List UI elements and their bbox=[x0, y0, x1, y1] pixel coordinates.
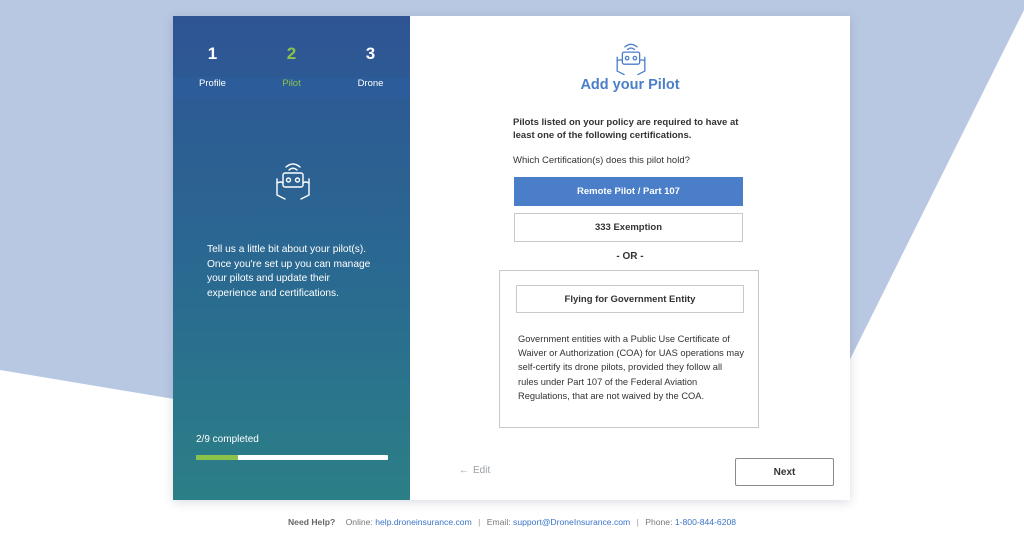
question-text: Which Certification(s) does this pilot h… bbox=[513, 155, 690, 166]
remote-pilot-option-button[interactable]: Remote Pilot / Part 107 bbox=[514, 177, 743, 206]
step-label: Profile bbox=[199, 78, 226, 89]
pilot-controller-icon bbox=[276, 163, 310, 200]
wizard-card: 1 Profile 2 Pilot 3 Drone Tell us a litt… bbox=[173, 16, 850, 500]
step-label: Drone bbox=[357, 78, 384, 89]
edit-link[interactable]: ← Edit bbox=[459, 465, 490, 476]
government-entity-description: Government entities with a Public Use Ce… bbox=[518, 334, 744, 401]
page-title: Add your Pilot bbox=[580, 77, 680, 93]
progress-bar bbox=[196, 455, 388, 460]
pilot-controller-icon bbox=[616, 43, 646, 76]
help-label: Need Help? bbox=[287, 517, 336, 527]
arrow-left-icon: ← bbox=[459, 465, 469, 476]
footer: Need Help? Online: help.droneinsurance.c… bbox=[0, 517, 1024, 527]
next-button[interactable]: Next bbox=[735, 458, 834, 486]
online-label: Online: bbox=[345, 517, 373, 527]
phone-label: Phone: bbox=[645, 517, 673, 527]
footer-divider: | bbox=[636, 517, 639, 527]
support-email-link[interactable]: support@DroneInsurance.com bbox=[513, 517, 630, 527]
step-number: 3 bbox=[365, 44, 376, 63]
progress-label: 2/9 completed bbox=[196, 434, 259, 445]
left-panel: 1 Profile 2 Pilot 3 Drone Tell us a litt… bbox=[173, 16, 410, 500]
or-separator: - OR - bbox=[616, 251, 644, 262]
left-description: Tell us a little bit about your pilot(s)… bbox=[207, 244, 371, 299]
government-entity-option-button[interactable]: Flying for Government Entity bbox=[516, 285, 744, 313]
step-pilot[interactable]: 2 Pilot bbox=[252, 16, 331, 98]
progress-fill bbox=[196, 455, 239, 460]
edit-label: Edit bbox=[473, 465, 491, 476]
intro-text: Pilots listed on your policy are require… bbox=[513, 117, 739, 141]
email-label: Email: bbox=[486, 517, 511, 527]
exemption-option-button[interactable]: 333 Exemption bbox=[514, 213, 743, 242]
phone-link[interactable]: 1-800-844-6208 bbox=[675, 517, 736, 527]
step-number: 2 bbox=[286, 44, 297, 63]
step-profile[interactable]: 1 Profile bbox=[173, 16, 252, 98]
right-panel: Add your Pilot Pilots listed on your pol… bbox=[410, 16, 850, 500]
government-entity-box: Flying for Government Entity Government … bbox=[499, 270, 759, 428]
help-site-link[interactable]: help.droneinsurance.com bbox=[375, 517, 472, 527]
step-label: Pilot bbox=[282, 78, 301, 89]
step-number: 1 bbox=[207, 44, 218, 63]
step-drone[interactable]: 3 Drone bbox=[331, 16, 410, 98]
footer-divider: | bbox=[478, 517, 481, 527]
step-indicator: 1 Profile 2 Pilot 3 Drone bbox=[173, 16, 410, 98]
